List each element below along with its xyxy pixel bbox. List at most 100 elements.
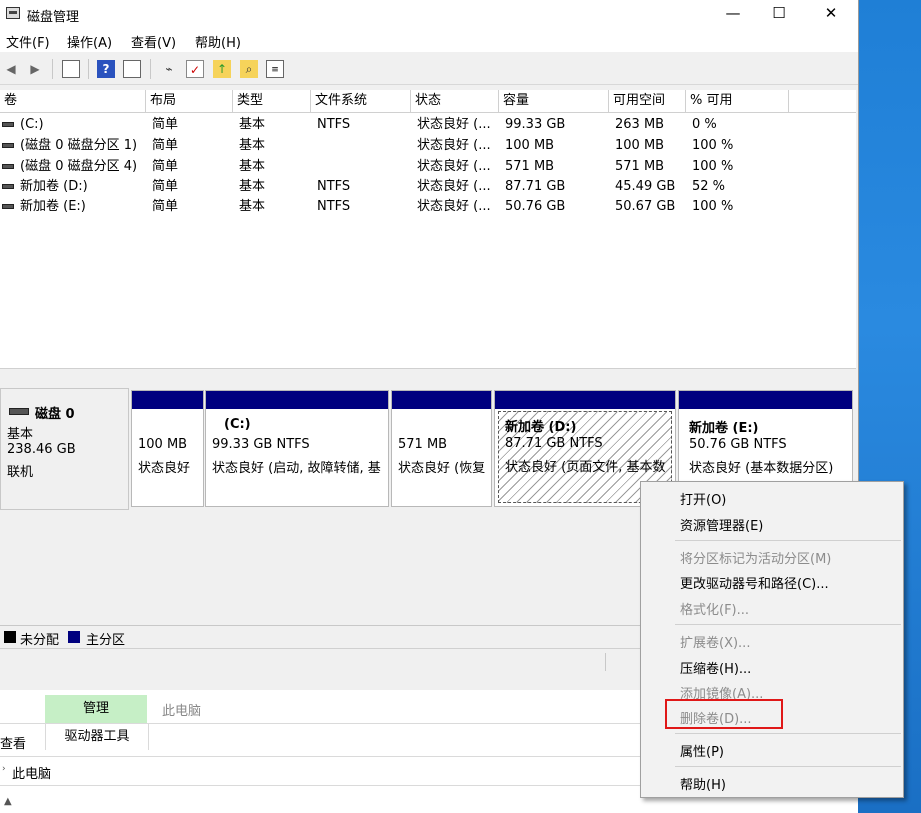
- volume-percent-free: 100 %: [692, 159, 734, 174]
- volume-percent-free: 52 %: [692, 179, 726, 194]
- partition-title: (C:): [224, 417, 251, 432]
- rescan-icon[interactable]: ↑: [213, 60, 231, 78]
- partition-size: 99.33 GB NTFS: [212, 437, 310, 452]
- column-header-percent-free[interactable]: % 可用: [686, 90, 789, 112]
- partition-size: 87.71 GB NTFS: [505, 436, 603, 451]
- column-header-volume[interactable]: 卷: [0, 90, 146, 112]
- menu-separator: [675, 733, 901, 734]
- menu-item-properties[interactable]: 属性(P): [680, 741, 724, 760]
- volume-percent-free: 100 %: [692, 199, 734, 214]
- partition-header-bar: [679, 391, 852, 409]
- address-path: 此电脑: [12, 767, 52, 782]
- partition-block[interactable]: 571 MB 状态良好 (恢复: [391, 390, 492, 507]
- volume-capacity: 50.76 GB: [505, 199, 566, 214]
- volume-type: 基本: [239, 138, 266, 153]
- unallocated-swatch: [4, 631, 16, 643]
- help-icon[interactable]: ?: [97, 60, 115, 78]
- volume-filesystem: NTFS: [317, 179, 351, 194]
- collapse-caret-icon[interactable]: ▲: [4, 796, 12, 807]
- ribbon-tab-manage[interactable]: 管理: [45, 695, 147, 723]
- partition-block[interactable]: (C:) 99.33 GB NTFS 状态良好 (启动, 故障转储, 基: [205, 390, 389, 507]
- disk-0-info[interactable]: 磁盘 0 基本 238.46 GB 联机: [0, 388, 129, 510]
- volume-free-space: 263 MB: [615, 117, 665, 132]
- toolbar-separator: [52, 59, 53, 79]
- column-header-filesystem[interactable]: 文件系统: [311, 90, 411, 112]
- volume-type: 基本: [239, 199, 266, 214]
- properties-pane-icon[interactable]: [123, 60, 141, 78]
- menu-item-mark-active: 将分区标记为活动分区(M): [680, 552, 832, 567]
- menu-item-change-drive-letter[interactable]: 更改驱动器号和路径(C)...: [680, 573, 829, 592]
- ribbon-tab-this-pc[interactable]: 此电脑: [162, 700, 201, 719]
- pane-splitter[interactable]: [0, 368, 856, 383]
- partition-block[interactable]: 100 MB 状态良好: [131, 390, 204, 507]
- column-header-status[interactable]: 状态: [411, 90, 499, 112]
- ribbon-tab-drive-tools[interactable]: 驱动器工具: [45, 723, 149, 750]
- disk-state: 联机: [7, 465, 34, 480]
- menu-view[interactable]: 查看(V): [131, 32, 176, 51]
- column-header-capacity[interactable]: 容量: [499, 90, 609, 112]
- volume-filesystem: NTFS: [317, 117, 351, 132]
- column-header-layout[interactable]: 布局: [146, 90, 233, 112]
- partition-body: 100 MB 状态良好: [136, 413, 199, 502]
- volume-row[interactable]: (磁盘 0 磁盘分区 4) 简单 基本 状态良好 (... 571 MB 571…: [0, 156, 856, 177]
- title-bar: 磁盘管理 — ☐ ✕: [0, 0, 858, 28]
- volume-icon: [2, 184, 14, 189]
- volume-layout: 简单: [152, 138, 179, 153]
- volume-capacity: 99.33 GB: [505, 117, 566, 132]
- show-hide-pane-icon[interactable]: [62, 60, 80, 78]
- menu-file[interactable]: 文件(F): [6, 32, 50, 51]
- status-bar-separator: [605, 653, 606, 671]
- volume-free-space: 100 MB: [615, 138, 665, 153]
- volume-capacity: 87.71 GB: [505, 179, 566, 194]
- volume-type: 基本: [239, 179, 266, 194]
- menu-item-explorer[interactable]: 资源管理器(E): [680, 515, 763, 534]
- volume-status: 状态良好 (...: [417, 159, 491, 174]
- volume-status: 状态良好 (...: [417, 179, 491, 194]
- volume-layout: 简单: [152, 199, 179, 214]
- volume-type: 基本: [239, 117, 266, 132]
- partition-header-bar: [495, 391, 675, 409]
- disk-name: 磁盘 0: [35, 407, 75, 422]
- volume-capacity: 571 MB: [505, 159, 555, 174]
- volume-layout: 简单: [152, 179, 179, 194]
- partition-status: 状态良好 (恢复: [398, 461, 486, 476]
- menu-item-shrink-volume[interactable]: 压缩卷(H)...: [680, 658, 751, 677]
- volume-row[interactable]: (磁盘 0 磁盘分区 1) 简单 基本 状态良好 (... 100 MB 100…: [0, 135, 856, 156]
- volume-capacity: 100 MB: [505, 138, 555, 153]
- volume-percent-free: 100 %: [692, 138, 734, 153]
- menu-action[interactable]: 操作(A): [67, 32, 112, 51]
- volume-list: 卷 布局 类型 文件系统 状态 容量 可用空间 % 可用 (C:) 简单 基本 …: [0, 90, 856, 368]
- partition-size: 100 MB: [138, 437, 188, 452]
- disk-type: 基本: [7, 427, 34, 442]
- highlight-box-delete-volume: [665, 699, 783, 729]
- disk-size: 238.46 GB: [7, 442, 76, 457]
- menu-item-help[interactable]: 帮助(H): [680, 774, 726, 793]
- volume-row[interactable]: 新加卷 (E:) 简单 基本 NTFS 状态良好 (... 50.76 GB 5…: [0, 196, 856, 217]
- menu-separator: [675, 540, 901, 541]
- back-arrow-icon[interactable]: ◀: [2, 60, 20, 78]
- volume-filesystem: [313, 156, 411, 177]
- partition-status: 状态良好 (启动, 故障转储, 基: [212, 461, 381, 476]
- ribbon-tab-view[interactable]: 查看: [0, 733, 26, 752]
- forward-arrow-icon[interactable]: ▶: [26, 60, 44, 78]
- menu-help[interactable]: 帮助(H): [195, 32, 241, 51]
- connect-icon[interactable]: ⌁: [160, 60, 178, 78]
- close-button[interactable]: ✕: [808, 0, 854, 28]
- volume-icon: [2, 122, 14, 127]
- minimize-button[interactable]: —: [710, 0, 756, 28]
- partition-body: 571 MB 状态良好 (恢复: [396, 413, 487, 502]
- partition-header-bar: [392, 391, 491, 409]
- search-disk-icon[interactable]: ⌕: [240, 60, 258, 78]
- chevron-right-icon: ›: [2, 764, 6, 774]
- list-view-icon[interactable]: ≡: [266, 60, 284, 78]
- volume-row[interactable]: 新加卷 (D:) 简单 基本 NTFS 状态良好 (... 87.71 GB 4…: [0, 176, 856, 197]
- column-header-free-space[interactable]: 可用空间: [609, 90, 686, 112]
- menu-item-open[interactable]: 打开(O): [680, 489, 726, 508]
- context-menu: 打开(O) 资源管理器(E) 将分区标记为活动分区(M) 更改驱动器号和路径(C…: [640, 481, 904, 798]
- column-header-type[interactable]: 类型: [233, 90, 311, 112]
- volume-row[interactable]: (C:) 简单 基本 NTFS 状态良好 (... 99.33 GB 263 M…: [0, 114, 856, 135]
- volume-status: 状态良好 (...: [417, 138, 491, 153]
- maximize-button[interactable]: ☐: [756, 0, 802, 28]
- volume-name: 新加卷 (E:): [20, 199, 86, 214]
- checklist-icon[interactable]: ✓: [186, 60, 204, 78]
